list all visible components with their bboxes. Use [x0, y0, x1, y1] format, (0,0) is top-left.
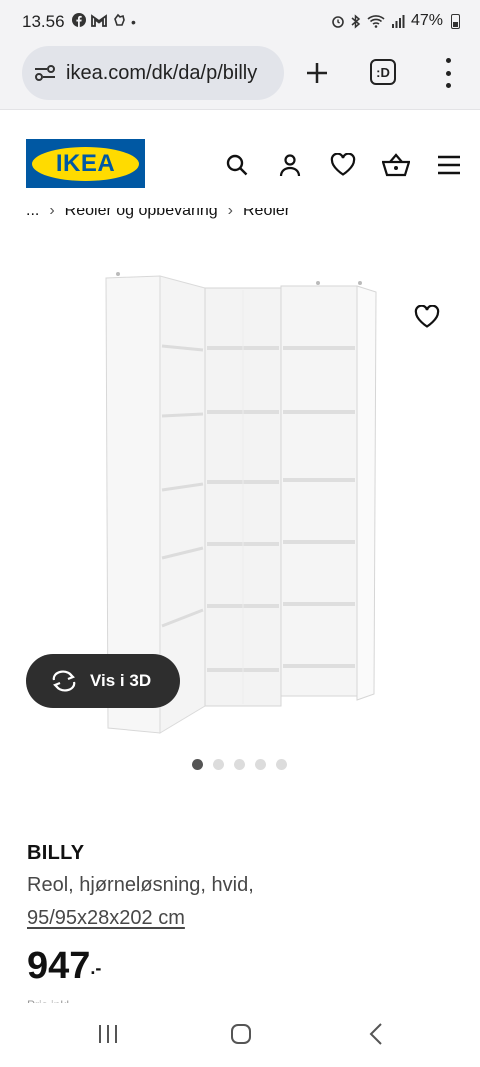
product-description: Reol, hjørneløsning, hvid,	[27, 874, 254, 896]
carousel-dot[interactable]	[213, 759, 224, 770]
breadcrumb-item-shelves[interactable]: Reoler	[243, 208, 290, 220]
system-nav-bar	[0, 1003, 480, 1067]
carousel-dot[interactable]	[192, 759, 203, 770]
price-suffix: .-	[90, 958, 102, 978]
heart-icon	[414, 305, 440, 328]
ikea-logo[interactable]: IKEA	[26, 139, 145, 188]
back-button[interactable]	[366, 1019, 386, 1049]
menu-icon	[437, 155, 460, 175]
logo-text: IKEA	[55, 149, 116, 177]
status-system-icons: 47%	[331, 12, 460, 30]
browser-menu-button[interactable]	[438, 58, 458, 88]
plus-icon	[307, 63, 327, 83]
recent-apps-icon	[99, 1025, 117, 1043]
signal-icon	[391, 15, 405, 28]
site-settings-icon[interactable]	[34, 64, 56, 82]
basket-icon	[381, 153, 410, 177]
home-button[interactable]	[229, 1019, 253, 1049]
price-value: 947	[27, 945, 91, 987]
breadcrumb: ... › Reoler og opbevaring › Reoler	[26, 208, 466, 228]
breadcrumb-separator: ›	[49, 208, 55, 219]
wifi-icon	[367, 15, 385, 28]
facebook-icon	[72, 13, 86, 30]
carousel-dot[interactable]	[234, 759, 245, 770]
site-header: IKEA	[0, 111, 480, 211]
header-actions	[210, 151, 475, 179]
home-icon	[231, 1024, 251, 1044]
view-in-3d-button[interactable]: Vis i 3D	[26, 654, 180, 708]
search-icon	[226, 154, 247, 176]
carousel-dots	[192, 759, 287, 770]
breadcrumb-item-more[interactable]: ...	[26, 208, 39, 220]
rotate-3d-icon	[52, 670, 76, 692]
url-text[interactable]: ikea.com/dk/da/p/billy	[66, 62, 257, 85]
browser-toolbar: ikea.com/dk/da/p/billy :D	[0, 44, 480, 110]
alarm-icon	[332, 16, 344, 28]
battery-percent: 47%	[410, 12, 443, 29]
product-price: 947 .-	[27, 944, 101, 988]
notification-icon	[112, 13, 126, 30]
back-icon	[369, 1023, 382, 1045]
carousel-dot[interactable]	[276, 759, 287, 770]
add-to-favourites-button[interactable]	[410, 300, 444, 334]
new-tab-button[interactable]	[300, 56, 334, 90]
menu-button[interactable]	[422, 151, 475, 179]
basket-button[interactable]	[369, 151, 422, 179]
heart-icon	[330, 153, 355, 176]
tab-switcher-button[interactable]: :D	[370, 59, 396, 85]
breadcrumb-item-storage[interactable]: Reoler og opbevaring	[65, 208, 218, 220]
breadcrumb-separator: ›	[227, 208, 233, 219]
tab-switcher-label: :D	[376, 64, 390, 80]
profile-button[interactable]	[263, 151, 316, 179]
product-dimensions-link[interactable]: 95/95x28x202 cm	[27, 907, 185, 930]
profile-icon	[279, 154, 300, 177]
carousel-dot[interactable]	[255, 759, 266, 770]
status-notification-icons: •	[72, 13, 136, 30]
status-bar: 13.56 • 47%	[0, 0, 480, 44]
status-time: 13.56	[22, 12, 65, 31]
recent-apps-button[interactable]	[96, 1019, 120, 1049]
battery-icon	[451, 13, 460, 29]
view-in-3d-label: Vis i 3D	[90, 671, 152, 690]
dot-icon: •	[131, 13, 136, 30]
gmail-icon	[91, 13, 107, 30]
product-name: BILLY	[27, 842, 85, 864]
search-button[interactable]	[210, 151, 263, 179]
bluetooth-icon	[351, 13, 361, 29]
address-bar[interactable]: ikea.com/dk/da/p/billy	[22, 46, 284, 100]
favourites-button[interactable]	[316, 151, 369, 179]
